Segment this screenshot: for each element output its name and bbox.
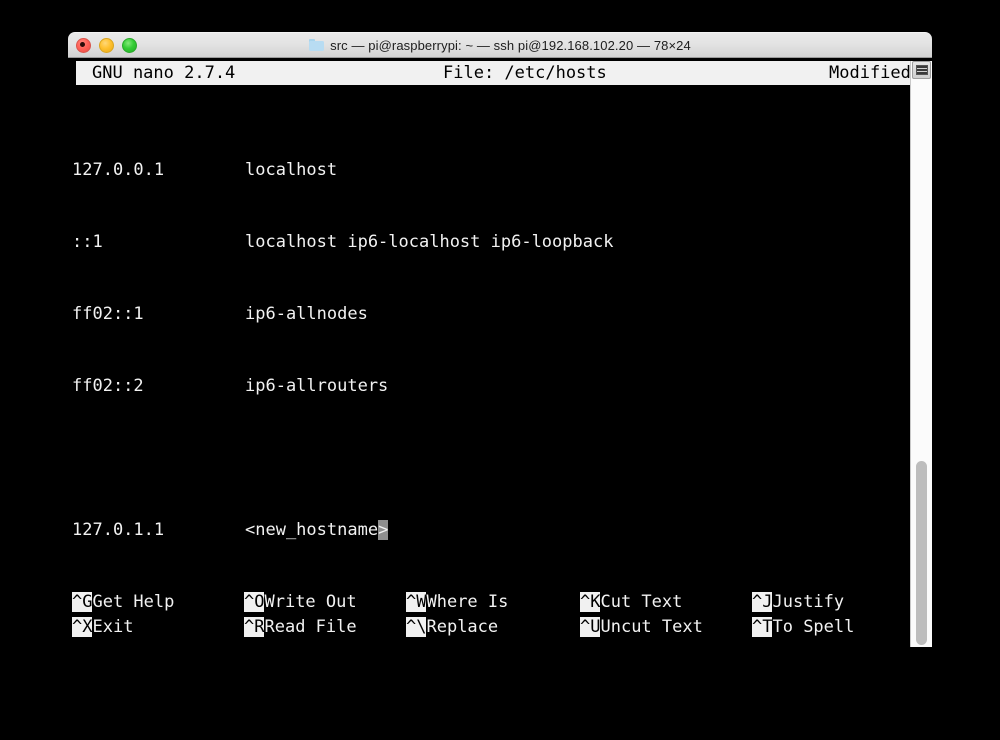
- shortcut-label: Read File: [264, 617, 357, 637]
- host-names: localhost ip6-localhost ip6-loopback: [245, 232, 614, 252]
- host-names: localhost: [245, 160, 338, 180]
- shortcut-uncut-text[interactable]: ^UUncut Text: [580, 615, 703, 640]
- shortcut-label: Write Out: [264, 592, 357, 612]
- shortcut-key: ^G: [72, 592, 93, 612]
- terminal-scrollbar[interactable]: [910, 61, 932, 647]
- shortcut-to-spell[interactable]: ^TTo Spell: [752, 615, 854, 640]
- shortcut-read-file[interactable]: ^RRead File: [244, 615, 357, 640]
- shortcut-key: ^X: [72, 617, 93, 637]
- shortcut-label: To Spell: [772, 617, 855, 637]
- shortcut-key: ^K: [580, 592, 601, 612]
- shortcut-cut-text[interactable]: ^KCut Text: [580, 590, 682, 615]
- shortcut-label: Get Help: [92, 592, 175, 612]
- shortcut-key: ^J: [752, 592, 773, 612]
- host-address: ::1: [72, 232, 103, 252]
- host-address: ff02::2: [72, 376, 144, 396]
- folder-icon: [309, 39, 325, 51]
- terminal-window: src — pi@raspberrypi: ~ — ssh pi@192.168…: [68, 32, 932, 647]
- host-names: <new_hostname: [245, 520, 379, 540]
- shortcut-label: Uncut Text: [600, 617, 703, 637]
- nano-title-bar: GNU nano 2.7.4 File: /etc/hosts Modified: [76, 61, 914, 85]
- shortcut-label: Justify: [772, 592, 845, 612]
- nano-version-label: GNU nano 2.7.4: [92, 63, 236, 83]
- minimize-button[interactable]: [99, 37, 114, 53]
- shortcut-key: ^O: [244, 592, 265, 612]
- window-title: src — pi@raspberrypi: ~ — ssh pi@192.168…: [68, 38, 932, 53]
- nano-file-label: File: /etc/hosts: [443, 63, 607, 83]
- buffer-line-active[interactable]: 127.0.1.1 <new_hostname>: [72, 518, 613, 542]
- shortcut-key: ^\: [406, 617, 427, 637]
- shortcut-label: Exit: [92, 617, 134, 637]
- buffer-line[interactable]: ff02::1 ip6-allnodes: [72, 302, 613, 326]
- nano-shortcut-bar: ^GGet Help ^OWrite Out ^WWhere Is ^KCut …: [72, 590, 932, 640]
- host-names: ip6-allrouters: [245, 376, 389, 396]
- host-address: 127.0.1.1: [72, 520, 165, 540]
- shortcut-exit[interactable]: ^XExit: [72, 615, 133, 640]
- host-address: 127.0.0.1: [72, 160, 165, 180]
- shortcut-label: Replace: [426, 617, 499, 637]
- buffer-line[interactable]: ::1 localhost ip6-localhost ip6-loopback: [72, 230, 613, 254]
- shortcut-key: ^T: [752, 617, 773, 637]
- scrollbar-thumb[interactable]: [916, 461, 927, 645]
- nano-modified-status: Modified: [829, 63, 911, 83]
- host-address: ff02::1: [72, 304, 144, 324]
- window-titlebar[interactable]: src — pi@raspberrypi: ~ — ssh pi@192.168…: [68, 32, 932, 58]
- shortcut-label: Where Is: [426, 592, 509, 612]
- shortcut-key: ^W: [406, 592, 427, 612]
- buffer-line[interactable]: ff02::2 ip6-allrouters: [72, 374, 613, 398]
- buffer-line-blank[interactable]: [72, 446, 613, 470]
- lines-icon: [915, 65, 928, 75]
- window-title-text: src — pi@raspberrypi: ~ — ssh pi@192.168…: [330, 37, 691, 53]
- scrollbar-top-button[interactable]: [912, 61, 931, 79]
- shortcut-get-help[interactable]: ^GGet Help: [72, 590, 174, 615]
- buffer-line[interactable]: 127.0.0.1 localhost: [72, 158, 613, 182]
- shortcut-replace[interactable]: ^\Replace: [406, 615, 498, 640]
- terminal-content-area[interactable]: GNU nano 2.7.4 File: /etc/hosts Modified…: [68, 58, 932, 646]
- shortcut-label: Cut Text: [600, 592, 683, 612]
- zoom-button[interactable]: [122, 37, 137, 53]
- close-button[interactable]: [76, 37, 91, 53]
- text-cursor: >: [378, 520, 389, 540]
- shortcut-justify[interactable]: ^JJustify: [752, 590, 844, 615]
- shortcut-where-is[interactable]: ^WWhere Is: [406, 590, 508, 615]
- shortcut-row-2: ^XExit ^RRead File ^\Replace ^UUncut Tex…: [72, 615, 932, 640]
- shortcut-write-out[interactable]: ^OWrite Out: [244, 590, 357, 615]
- nano-text-buffer[interactable]: 127.0.0.1 localhost ::1 localhost ip6-loca…: [72, 110, 613, 590]
- shortcut-key: ^U: [580, 617, 601, 637]
- shortcut-key: ^R: [244, 617, 265, 637]
- window-controls: [76, 33, 137, 57]
- shortcut-row-1: ^GGet Help ^OWrite Out ^WWhere Is ^KCut …: [72, 590, 932, 615]
- host-names: ip6-allnodes: [245, 304, 368, 324]
